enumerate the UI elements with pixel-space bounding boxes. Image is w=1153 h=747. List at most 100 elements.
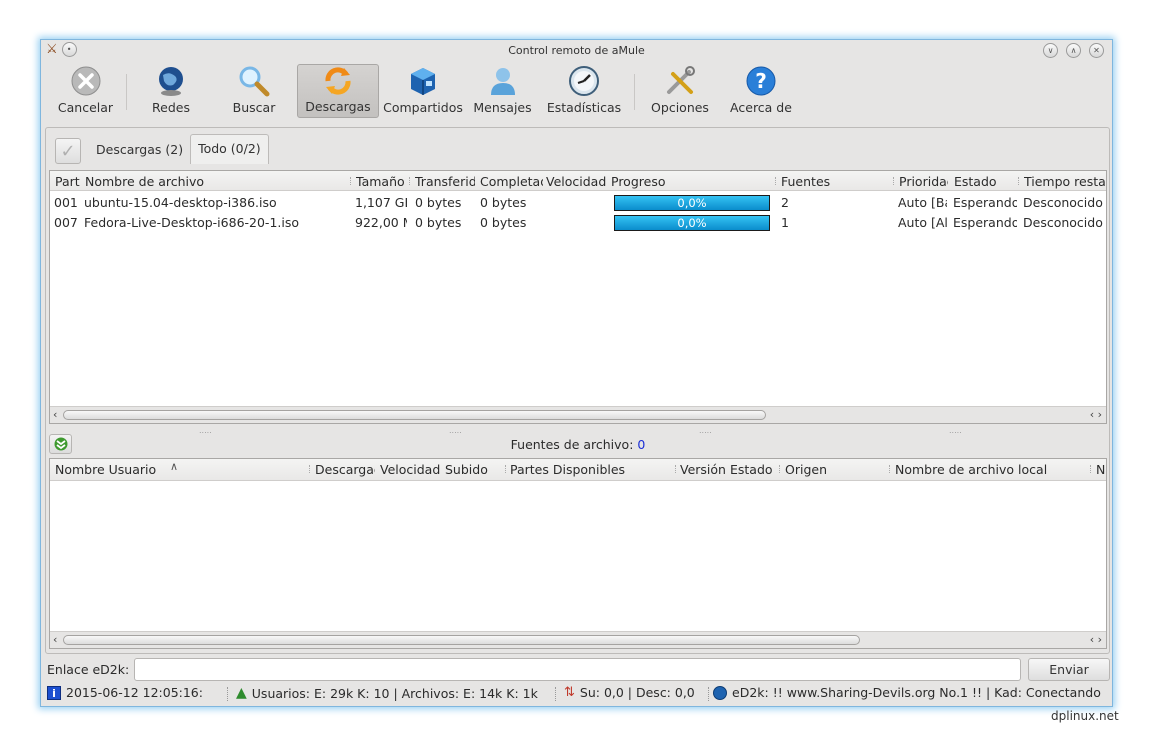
about-button[interactable]: ? Acerca de xyxy=(721,64,801,118)
messages-label: Mensajes xyxy=(473,100,532,115)
row-transferred: 0 bytes xyxy=(415,195,462,210)
col-local-filename[interactable]: Nombre de archivo local xyxy=(895,462,1085,477)
progress-bar: 0,0% xyxy=(614,215,770,231)
scroll-thumb[interactable] xyxy=(63,635,860,645)
col-progress[interactable]: Progreso xyxy=(611,174,771,189)
search-magnifier-icon xyxy=(237,64,271,98)
cancel-label: Cancelar xyxy=(57,100,114,115)
status-speed-text: Su: 0,0 | Desc: 0,0 xyxy=(579,685,695,700)
messages-button[interactable]: Mensajes xyxy=(467,64,538,118)
sources-hscrollbar[interactable]: ‹ ‹ › xyxy=(50,631,1106,648)
col-uploaded[interactable]: Subido xyxy=(445,462,505,477)
row-size: 922,00 MB xyxy=(355,215,407,230)
cancel-icon xyxy=(69,64,103,98)
shared-files-label: Compartidos xyxy=(383,100,463,115)
status-users: ▲ Usuarios: E: 29k K: 10 | Archivos: E: … xyxy=(236,685,538,701)
progress-bar: 0,0% xyxy=(614,195,770,211)
about-question-icon: ? xyxy=(744,64,778,98)
row-transferred: 0 bytes xyxy=(415,215,462,230)
row-part: 007 xyxy=(54,215,78,230)
toolbar-separator xyxy=(126,74,127,110)
col-origin[interactable]: Origen xyxy=(785,462,885,477)
downloads-hscrollbar[interactable]: ‹ ‹ › xyxy=(50,406,1106,423)
row-remaining: Desconocido xyxy=(1023,215,1103,230)
row-filename: Fedora-Live-Desktop-i686-20-1.iso xyxy=(84,215,300,230)
row-priority: Auto [Alta] xyxy=(898,215,947,230)
col-completed[interactable]: Completado xyxy=(480,174,543,189)
row-filename: ubuntu-15.04-desktop-i386.iso xyxy=(84,195,277,210)
table-row[interactable]: 001 ubuntu-15.04-desktop-i386.iso 1,107 … xyxy=(50,192,1106,212)
options-button[interactable]: Opciones xyxy=(639,64,721,118)
progress-text: 0,0% xyxy=(677,216,707,230)
minimize-button[interactable]: ∨ xyxy=(1043,43,1058,58)
col-part[interactable]: Part xyxy=(55,174,81,189)
amule-window: ⚔ • Control remoto de aMule ∨ ∧ ✕ Cancel… xyxy=(40,39,1113,707)
scroll-arrows-icon[interactable]: ‹ › xyxy=(1090,408,1102,421)
users-icon: ▲ xyxy=(236,685,247,701)
downloads-header: Part Nombre de archivo Tamaño Transferid… xyxy=(50,171,1106,191)
maximize-button[interactable]: ∧ xyxy=(1066,43,1081,58)
search-button[interactable]: Buscar xyxy=(211,64,297,118)
col-priority[interactable]: Prioridad xyxy=(899,174,948,189)
col-downloaded[interactable]: Descargado xyxy=(315,462,375,477)
col-available-parts[interactable]: Partes Disponibles xyxy=(510,462,660,477)
row-completed: 0 bytes xyxy=(480,195,527,210)
status-network-text: eD2k: !! www.Sharing-Devils.org No.1 !! … xyxy=(732,685,1101,700)
row-sources: 1 xyxy=(781,215,789,230)
statistics-button[interactable]: Estadísticas xyxy=(538,64,630,118)
scroll-left-icon[interactable]: ‹ xyxy=(53,633,57,646)
statistics-clock-icon xyxy=(567,64,601,98)
info-icon[interactable]: i xyxy=(47,685,61,700)
ed2k-link-bar: Enlace eD2k: Enviar xyxy=(47,657,1110,681)
sources-bar: Fuentes de archivo: 0 xyxy=(49,433,1107,455)
svg-text:?: ? xyxy=(755,69,767,93)
status-speed: ⇅ Su: 0,0 | Desc: 0,0 xyxy=(564,685,695,700)
col-remaining[interactable]: Tiempo restante xyxy=(1024,174,1106,189)
tab-downloads[interactable]: Descargas (2) xyxy=(89,136,190,164)
sort-ascending-icon: ∧ xyxy=(170,460,179,473)
about-label: Acerca de xyxy=(730,100,792,115)
col-username[interactable]: Nombre Usuario xyxy=(55,462,170,477)
col-status[interactable]: Estado xyxy=(954,174,1014,189)
checkmark-icon[interactable]: ✓ xyxy=(55,138,81,164)
options-tools-icon xyxy=(663,64,697,98)
cancel-button[interactable]: Cancelar xyxy=(49,64,122,118)
row-priority: Auto [Baja] xyxy=(898,195,947,210)
col-source-speed[interactable]: Velocidad xyxy=(380,462,442,477)
scroll-left-icon[interactable]: ‹ xyxy=(53,408,57,421)
col-speed[interactable]: Velocidad xyxy=(546,174,608,189)
col-n[interactable]: N xyxy=(1096,462,1108,477)
toolbar-separator xyxy=(634,74,635,110)
downloads-refresh-icon xyxy=(321,65,355,97)
table-row[interactable]: 007 Fedora-Live-Desktop-i686-20-1.iso 92… xyxy=(50,212,1106,232)
send-button[interactable]: Enviar xyxy=(1028,658,1110,681)
col-filename[interactable]: Nombre de archivo xyxy=(85,174,345,189)
downloads-label: Descargas xyxy=(305,99,371,114)
scroll-thumb[interactable] xyxy=(63,410,766,420)
titlebar: ⚔ • Control remoto de aMule ∨ ∧ ✕ xyxy=(41,40,1112,62)
col-sources[interactable]: Fuentes xyxy=(781,174,891,189)
scroll-arrows-icon[interactable]: ‹ › xyxy=(1090,633,1102,646)
sources-label-text: Fuentes de archivo: xyxy=(510,437,634,452)
close-window-button[interactable]: ✕ xyxy=(1089,43,1104,58)
downloads-button[interactable]: Descargas xyxy=(297,64,379,118)
main-toolbar: Cancelar Redes Buscar Descargas Comparti… xyxy=(49,64,801,120)
shared-files-button[interactable]: Compartidos xyxy=(379,64,467,118)
networks-button[interactable]: Redes xyxy=(131,64,211,118)
window-title: Control remoto de aMule xyxy=(508,44,645,57)
col-version[interactable]: Versión xyxy=(680,462,725,477)
downloads-table: Part Nombre de archivo Tamaño Transferid… xyxy=(49,170,1107,424)
row-completed: 0 bytes xyxy=(480,215,527,230)
watermark: dplinux.net xyxy=(1051,709,1119,723)
row-part: 001 xyxy=(54,195,78,210)
tab-all[interactable]: Todo (0/2) xyxy=(190,134,269,164)
col-transferred[interactable]: Transferido xyxy=(415,174,475,189)
row-sources: 2 xyxy=(781,195,789,210)
status-network: eD2k: !! www.Sharing-Devils.org No.1 !! … xyxy=(713,685,1101,700)
networks-label: Redes xyxy=(152,100,190,115)
messages-user-icon xyxy=(486,64,520,98)
col-source-status[interactable]: Estado xyxy=(730,462,774,477)
search-label: Buscar xyxy=(232,100,276,115)
ed2k-input[interactable] xyxy=(134,658,1021,681)
col-size[interactable]: Tamaño xyxy=(356,174,408,189)
